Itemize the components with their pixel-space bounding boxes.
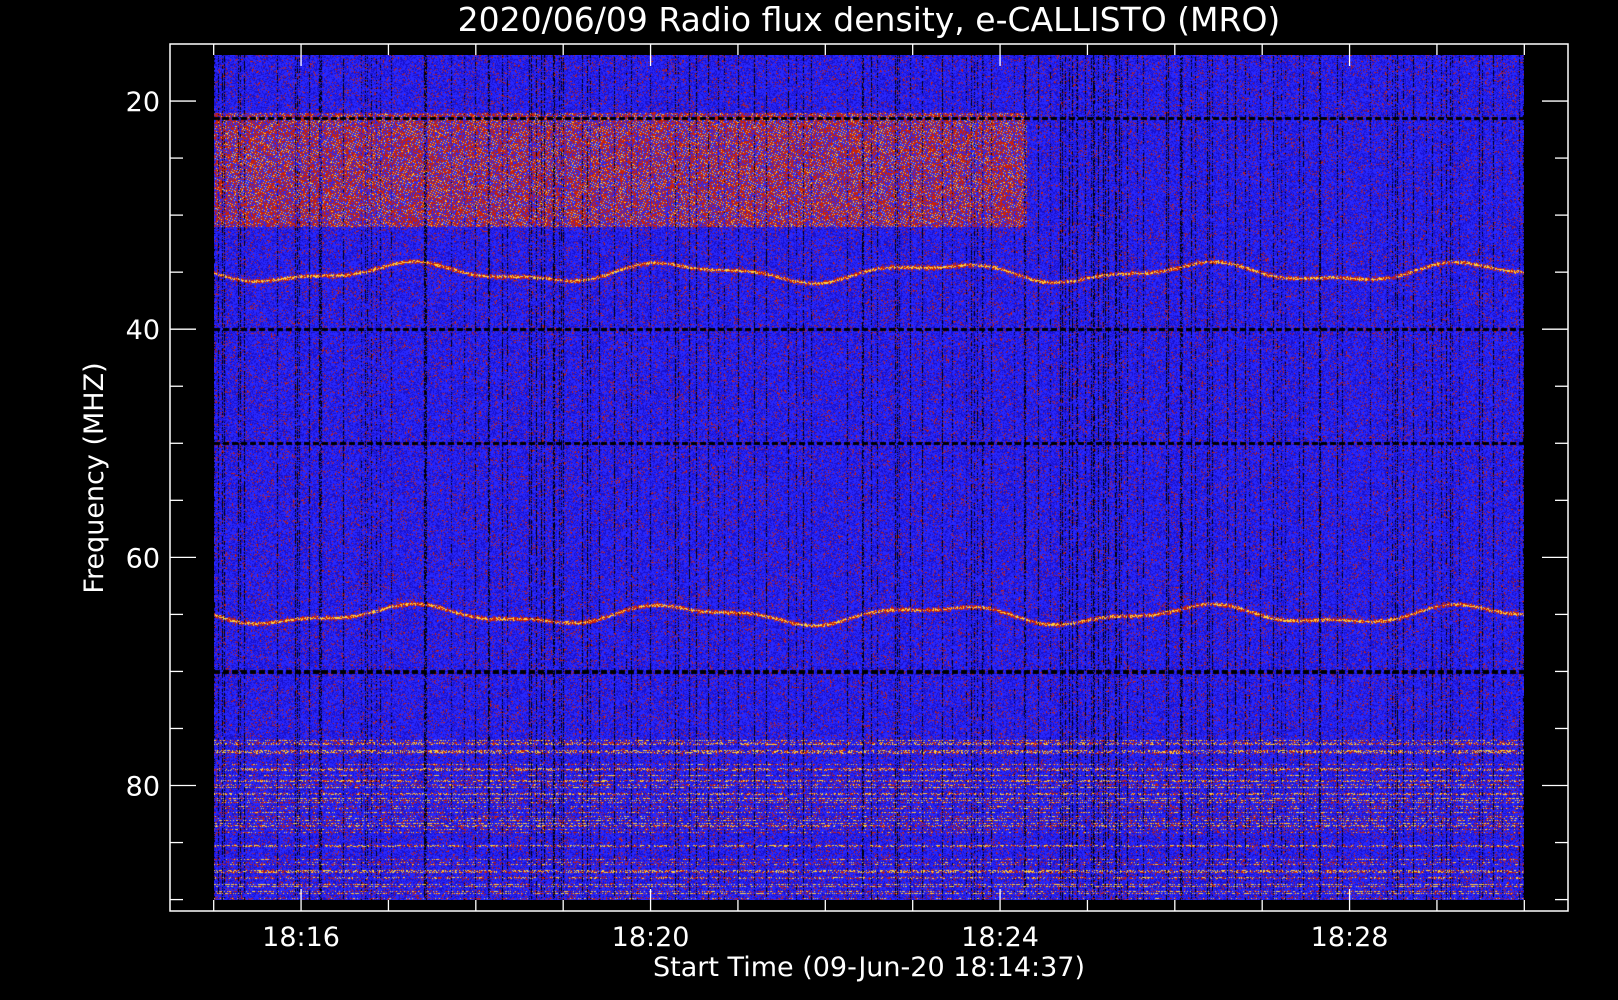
y-axis-label: Frequency (MHZ) (79, 362, 110, 593)
x-tick-label: 18:28 (1311, 922, 1389, 953)
y-tick-label: 80 (126, 772, 160, 803)
chart-svg: 18:16 18:20 18:24 18:28 20 40 60 80 2020/06/09… (0, 0, 1618, 1000)
y-tick-label: 40 (126, 315, 160, 346)
x-tick-label: 18:20 (612, 922, 690, 953)
chart-title: 2020/06/09 Radio flux density, e-CALLIST… (458, 0, 1281, 39)
spectrogram-image (214, 55, 1524, 900)
x-tick-label: 18:16 (262, 922, 340, 953)
x-tick-label: 18:24 (961, 922, 1039, 953)
y-tick-label: 20 (126, 87, 160, 118)
y-tick-label: 60 (126, 543, 160, 574)
x-axis-label: Start Time (09-Jun-20 18:14:37) (653, 952, 1085, 983)
